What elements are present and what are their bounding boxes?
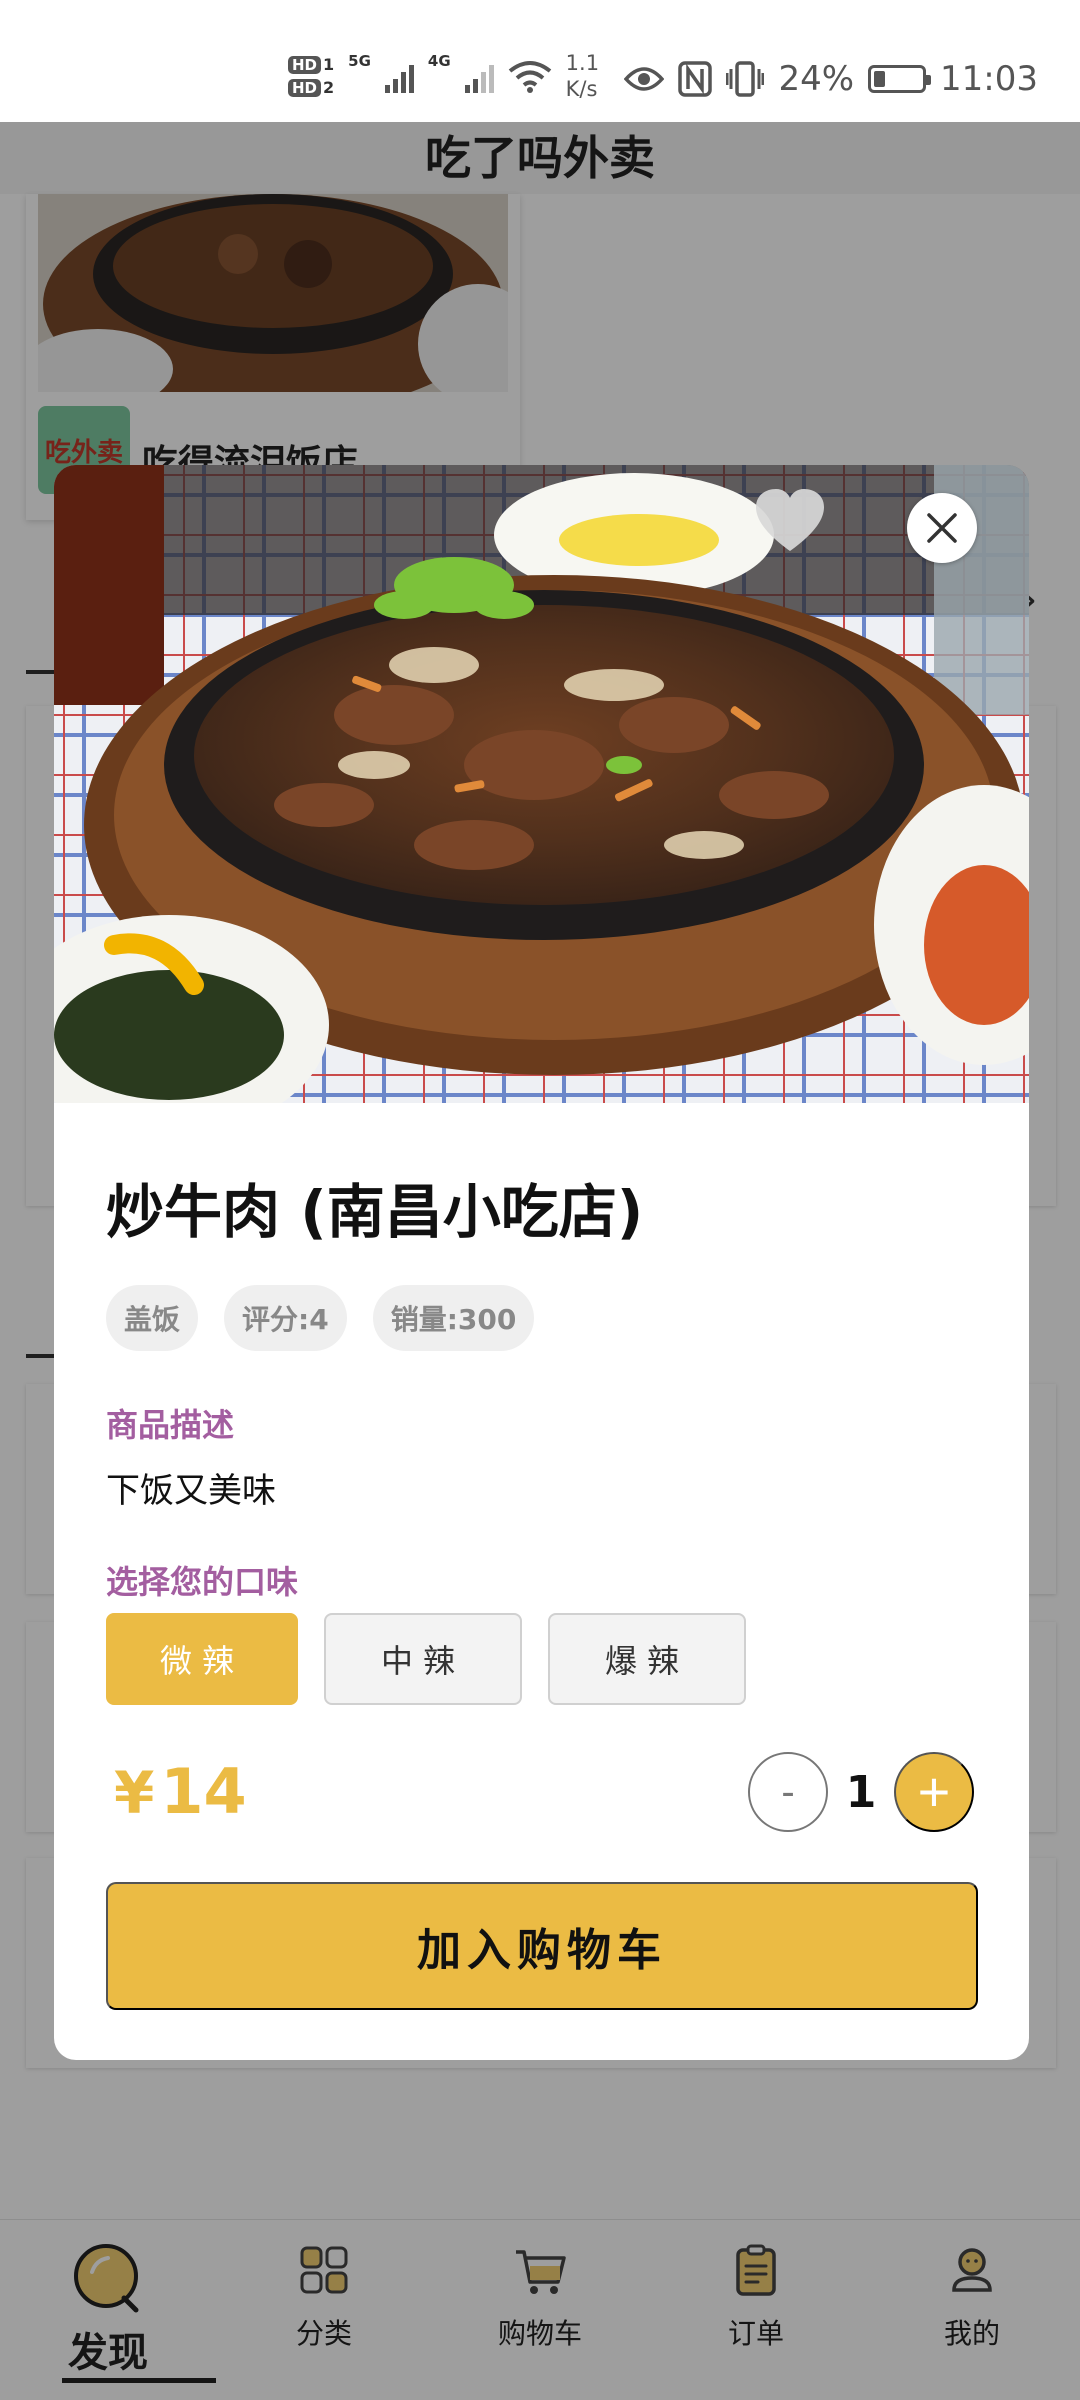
network-speed: 1.1 K/s <box>566 50 599 102</box>
quantity-stepper: - 1 + <box>748 1752 974 1832</box>
nfc-icon <box>678 61 713 97</box>
flavor-mild-button[interactable]: 微辣 <box>106 1613 298 1705</box>
tag-category: 盖饭 <box>106 1285 199 1351</box>
close-button[interactable] <box>907 493 977 563</box>
dish-photo-image <box>54 465 1029 1103</box>
dish-detail-modal: 炒牛肉 (南昌小吃店) 盖饭 评分:4 销量:300 商品描述 下饭又美味 选择… <box>54 465 1029 2060</box>
description-label: 商品描述 <box>106 1406 235 1444</box>
hd1-sub: 1 <box>323 55 335 74</box>
hd2-text: HD <box>288 78 322 97</box>
signal-4g-icon <box>464 59 494 93</box>
wifi-icon <box>508 61 551 93</box>
tag-sales: 销量:300 <box>372 1285 535 1351</box>
price-value: 14 <box>160 1755 247 1828</box>
decrease-button[interactable]: - <box>748 1752 828 1832</box>
hd-indicators: HD 1 HD 2 <box>288 55 334 97</box>
flavor-label: 选择您的口味 <box>106 1563 299 1601</box>
flavor-medium-button[interactable]: 中辣 <box>324 1613 522 1705</box>
increase-button[interactable]: + <box>894 1752 974 1832</box>
signal-5g-icon <box>384 59 414 93</box>
vibrate-icon <box>726 61 765 97</box>
network-5g-label: 5G <box>348 52 371 70</box>
add-to-cart-button[interactable]: 加入购物车 <box>106 1882 978 2010</box>
description-text: 下饭又美味 <box>106 1471 276 1511</box>
close-icon <box>927 513 957 543</box>
battery-percent: 24% <box>778 59 855 99</box>
eye-icon <box>624 67 665 91</box>
hd2-indicator: HD 2 <box>288 78 334 97</box>
dish-photo <box>54 465 1029 1103</box>
heart-icon[interactable] <box>752 485 828 561</box>
hd1-text: HD <box>288 55 322 74</box>
tag-rating: 评分:4 <box>224 1285 347 1351</box>
flavor-hot-button[interactable]: 爆辣 <box>548 1613 746 1705</box>
network-4g-label: 4G <box>427 52 451 70</box>
battery-icon <box>868 65 932 93</box>
price: ¥ 14 <box>114 1755 247 1828</box>
speed-value: 1.1 <box>565 51 600 75</box>
clock: 11:03 <box>940 59 1038 99</box>
status-bar: HD 1 HD 2 5G 4G 1.1 K/s 24% 11:03 <box>0 0 1080 122</box>
status-left: HD 1 HD 2 5G 4G 1.1 K/s <box>288 46 599 106</box>
hd2-sub: 2 <box>323 78 335 97</box>
status-right: 24% 11:03 <box>624 52 1038 106</box>
flavor-options: 微辣 中辣 爆辣 <box>106 1613 746 1705</box>
dish-tags: 盖饭 评分:4 销量:300 <box>106 1285 535 1351</box>
currency-symbol: ¥ <box>114 1759 155 1827</box>
battery-fill <box>874 71 886 87</box>
quantity-value: 1 <box>845 1766 877 1818</box>
speed-unit: K/s <box>565 77 598 101</box>
hd1-indicator: HD 1 <box>288 55 334 74</box>
dish-title: 炒牛肉 (南昌小吃店) <box>106 1178 644 1246</box>
